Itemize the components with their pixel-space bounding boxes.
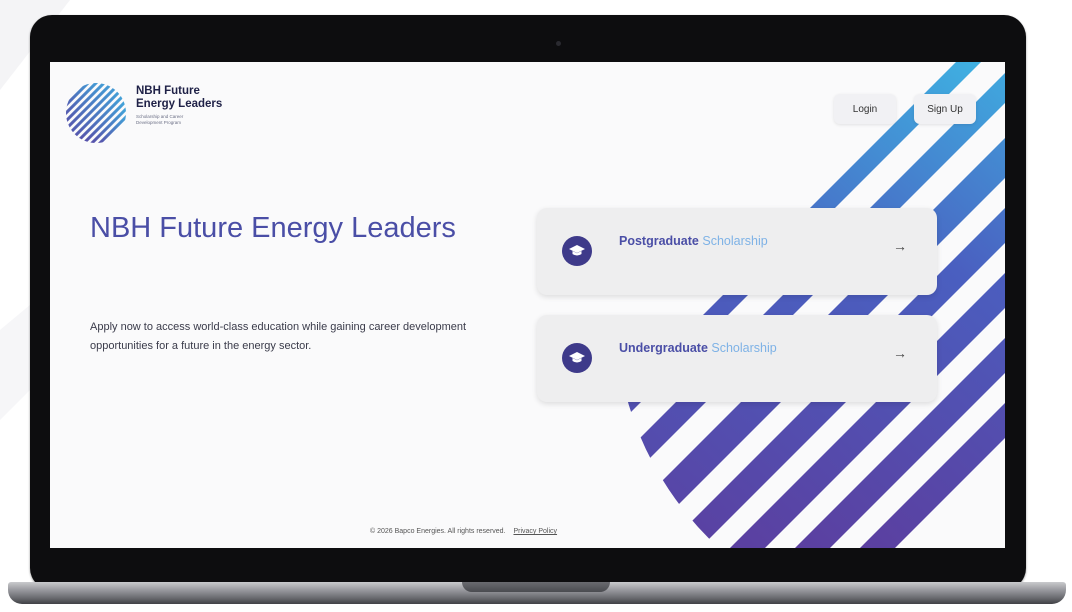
undergraduate-scholarship-card[interactable]: Undergraduate Scholarship → — [537, 315, 937, 402]
postgraduate-scholarship-card[interactable]: Postgraduate Scholarship → — [537, 208, 937, 295]
card-label-secondary: Scholarship — [711, 341, 777, 355]
graduation-cap-icon — [562, 343, 592, 373]
card-label: Undergraduate Scholarship — [619, 341, 777, 355]
footer: © 2026 Bapco Energies. All rights reserv… — [370, 528, 790, 535]
card-label-primary: Undergraduate — [619, 341, 708, 355]
signup-button[interactable]: Sign Up — [914, 94, 976, 124]
brand-subtitle: Scholarship and Career Development Progr… — [136, 114, 184, 125]
card-label: Postgraduate Scholarship — [619, 234, 768, 248]
copyright-text: © 2026 Bapco Energies. All rights reserv… — [370, 528, 506, 535]
card-label-primary: Postgraduate — [619, 234, 699, 248]
card-label-secondary: Scholarship — [702, 234, 768, 248]
decorative-stripe-pattern — [610, 62, 1005, 548]
brand-logo — [66, 83, 126, 143]
laptop-base-notch — [462, 582, 610, 592]
hero-title: NBH Future Energy Leaders — [90, 212, 456, 244]
website-screen: NBH Future Energy Leaders Scholarship an… — [50, 62, 1005, 548]
graduation-cap-icon — [562, 236, 592, 266]
arrow-right-icon[interactable]: → — [893, 345, 907, 361]
brand-name: NBH Future Energy Leaders — [136, 85, 223, 110]
privacy-policy-link[interactable]: Privacy Policy — [513, 528, 557, 535]
hero-description: Apply now to access world-class educatio… — [90, 321, 467, 352]
arrow-right-icon[interactable]: → — [893, 238, 907, 254]
laptop-camera — [556, 41, 561, 46]
login-button[interactable]: Login — [834, 94, 896, 124]
